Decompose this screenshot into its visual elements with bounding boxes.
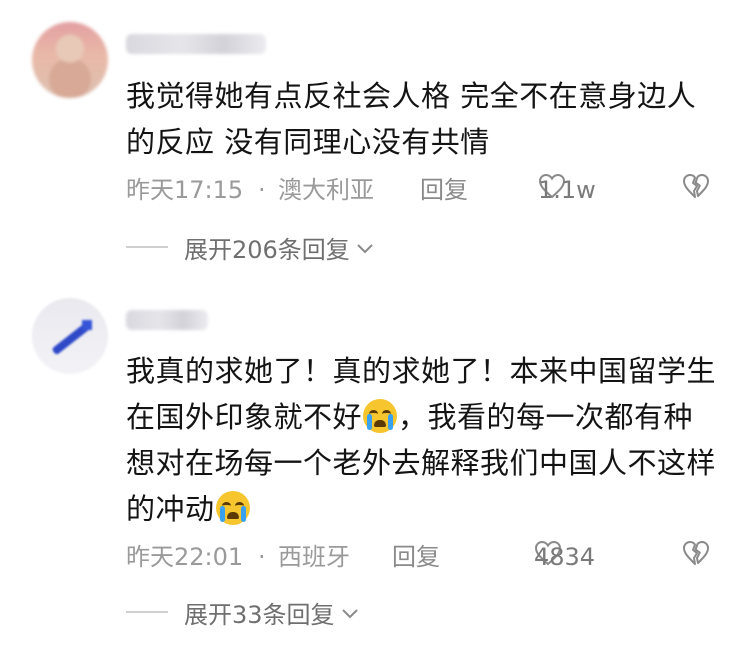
comment-text: 我觉得她有点反社会人格 完全不在意身边人的反应 没有同理心没有共情 — [126, 79, 697, 159]
comment-location: 西班牙 — [278, 543, 350, 571]
meta-separator: · — [258, 543, 266, 571]
expand-label: 展开206条回复 — [184, 235, 350, 264]
divider-line — [126, 611, 168, 613]
divider-line — [126, 246, 168, 248]
crying-face-icon — [215, 491, 250, 525]
expand-replies-button[interactable]: 展开33条回复 — [126, 595, 359, 629]
comment-time: 昨天22:01 — [126, 543, 244, 571]
like-count: 1.1w — [538, 176, 596, 204]
expand-replies-button[interactable]: 展开206条回复 — [126, 230, 374, 264]
username-blurred[interactable] — [126, 310, 208, 330]
chevron-down-icon — [341, 598, 359, 626]
comment-meta: 昨天17:15 · 澳大利亚 回复 1.1w — [126, 173, 726, 207]
avatar[interactable] — [32, 22, 108, 98]
reply-button[interactable]: 回复 — [420, 173, 468, 207]
comment-location: 澳大利亚 — [278, 176, 374, 204]
meta-separator: · — [258, 176, 266, 204]
crying-face-icon — [363, 399, 398, 433]
chevron-down-icon — [356, 233, 374, 261]
like-count: 4834 — [534, 543, 596, 571]
comment-time: 昨天17:15 — [126, 176, 244, 204]
expand-label: 展开33条回复 — [184, 600, 335, 629]
broken-heart-icon — [682, 173, 710, 199]
broken-heart-icon — [682, 540, 710, 566]
reply-button[interactable]: 回复 — [392, 540, 440, 574]
username-blurred[interactable] — [126, 34, 266, 54]
avatar[interactable] — [32, 298, 108, 374]
comment-meta: 昨天22:01 · 西班牙 回复 4834 — [126, 540, 726, 574]
comment-text: 我真的求她了！真的求她了！本来中国留学生在国外印象就不好 ，我看的每一次都有种想对… — [126, 348, 716, 532]
